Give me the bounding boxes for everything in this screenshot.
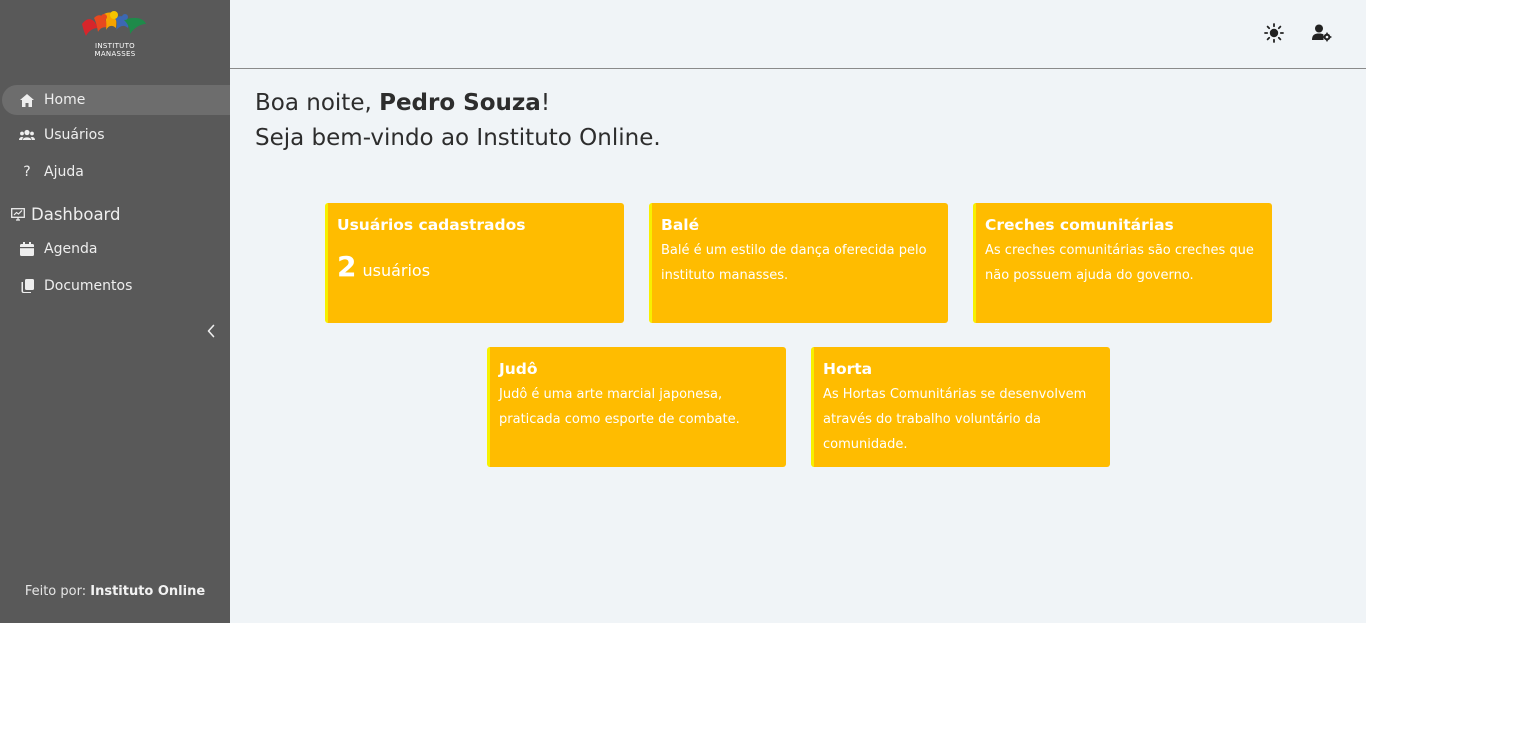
user-count-value: 2 <box>337 250 357 283</box>
user-name: Pedro Souza <box>379 90 541 116</box>
monitor-chart-icon <box>10 207 26 223</box>
card-text: Judô é uma arte marcial japonesa, pratic… <box>499 387 740 427</box>
logo-text-line-2: MANASSES <box>94 50 136 58</box>
card-text: Balé é um estilo de dança oferecida pelo… <box>661 243 927 283</box>
card-count: 2 usuários <box>337 250 614 283</box>
sidebar-item-label: Home <box>44 92 86 108</box>
card-text: As creches comunitárias são creches que … <box>985 243 1254 283</box>
sidebar-item-usuarios[interactable]: Usuários <box>0 120 230 150</box>
logo-text: INSTITUTO MANASSES <box>80 42 150 58</box>
sun-icon <box>1264 23 1284 43</box>
logo-figures-icon <box>82 11 146 36</box>
question-icon: ? <box>23 164 31 180</box>
sidebar-item-documentos[interactable]: Documentos <box>0 271 230 301</box>
instituto-manasses-logo[interactable]: INSTITUTO MANASSES <box>80 8 150 58</box>
card-title: Usuários cadastrados <box>337 216 526 234</box>
card-text: As Hortas Comunitárias se desenvolvem at… <box>823 387 1087 452</box>
user-count-unit: usuários <box>362 261 431 280</box>
users-icon <box>19 127 35 143</box>
sidebar-item-label: Agenda <box>44 241 98 257</box>
sidebar-item-label: Documentos <box>44 278 133 294</box>
sidebar-item-ajuda[interactable]: ? Ajuda <box>0 157 230 187</box>
chevron-left-icon <box>207 324 215 338</box>
card-bale[interactable]: Balé Balé é um estilo de dança oferecida… <box>649 203 948 323</box>
greeting: Boa noite, Pedro Souza! Seja bem-vindo a… <box>255 86 661 156</box>
documents-icon <box>19 278 35 294</box>
card-title: Judô <box>499 360 538 378</box>
user-gear-icon <box>1312 24 1332 42</box>
sidebar-item-agenda[interactable]: Agenda <box>0 234 230 264</box>
logo-text-line-1: INSTITUTO <box>95 42 135 50</box>
sidebar-section-label: Dashboard <box>31 205 121 224</box>
card-title: Horta <box>823 360 873 378</box>
sidebar-item-home[interactable]: Home <box>2 85 230 115</box>
home-icon <box>19 92 35 108</box>
calendar-icon <box>19 241 35 257</box>
main-content: Boa noite, Pedro Souza! Seja bem-vindo a… <box>230 0 1366 623</box>
sidebar-section-dashboard: Dashboard <box>10 205 121 224</box>
footer-prefix: Feito por: <box>24 584 87 599</box>
card-judo[interactable]: Judô Judô é uma arte marcial japonesa, p… <box>487 347 786 467</box>
sidebar-item-label: Ajuda <box>44 164 84 180</box>
sidebar: INSTITUTO MANASSES Home Usuários ? Ajuda… <box>0 0 230 623</box>
theme-toggle-button[interactable] <box>1263 22 1285 44</box>
sidebar-footer: Feito por: Instituto Online <box>0 584 230 599</box>
footer-brand[interactable]: Instituto Online <box>90 584 205 599</box>
card-creches-comunitarias[interactable]: Creches comunitárias As creches comunitá… <box>973 203 1272 323</box>
user-settings-button[interactable] <box>1311 22 1333 44</box>
greeting-line-2: Seja bem-vindo ao Instituto Online. <box>255 125 661 151</box>
card-usuarios-cadastrados[interactable]: Usuários cadastrados 2 usuários <box>325 203 624 323</box>
card-horta[interactable]: Horta As Hortas Comunitárias se desenvol… <box>811 347 1110 467</box>
greeting-line-1: Boa noite, Pedro Souza! <box>255 86 661 121</box>
card-title: Balé <box>661 216 700 234</box>
greeting-suffix: ! <box>540 90 551 116</box>
collapse-sidebar-button[interactable] <box>202 321 220 341</box>
sidebar-item-label: Usuários <box>44 127 105 143</box>
greeting-prefix: Boa noite, <box>255 90 380 116</box>
card-title: Creches comunitárias <box>985 216 1174 234</box>
topbar <box>230 0 1366 69</box>
